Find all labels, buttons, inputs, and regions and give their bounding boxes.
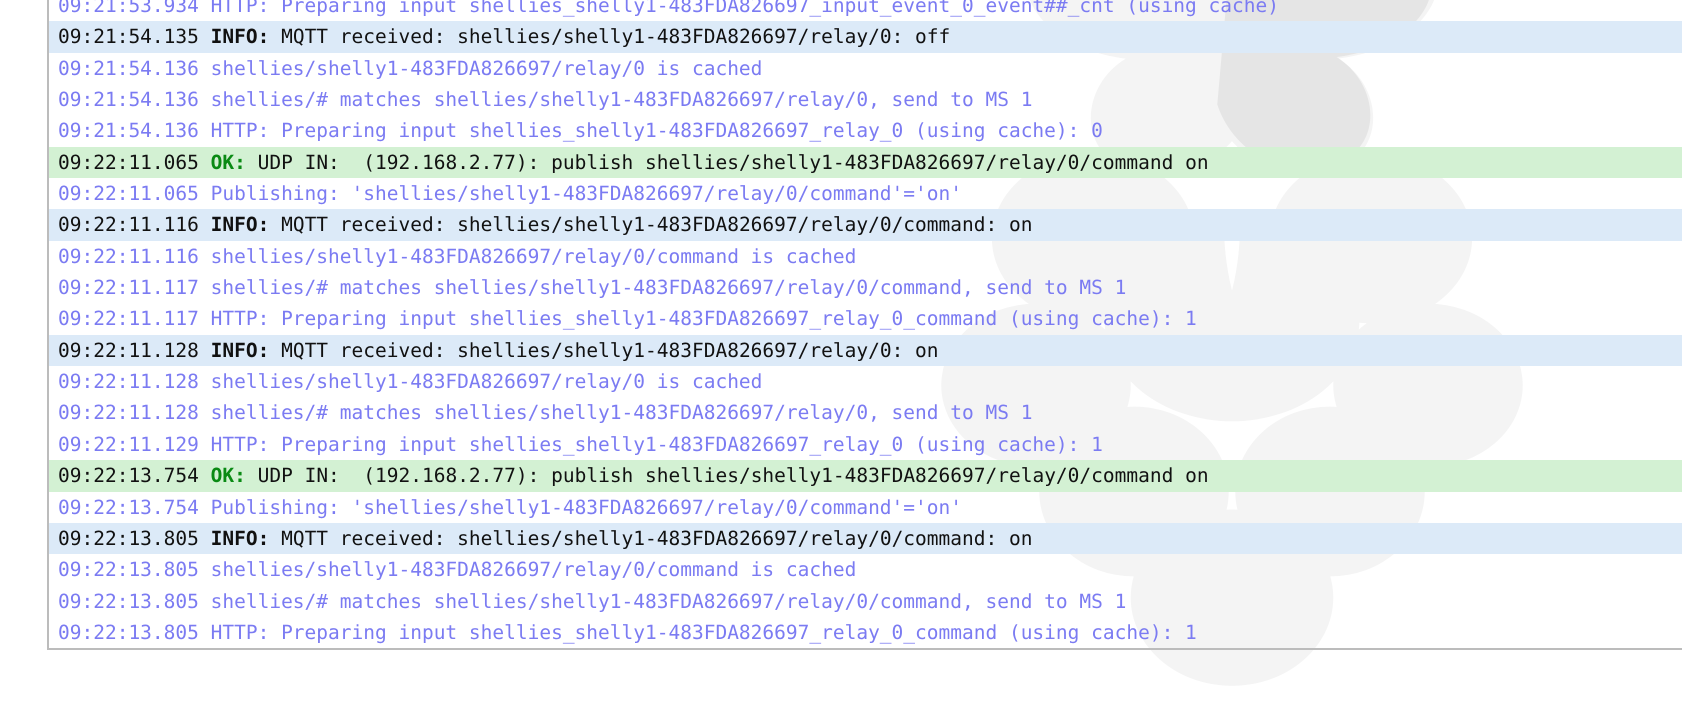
log-line[interactable]: 09:21:53.934 HTTP: Preparing input shell… bbox=[49, 0, 1682, 21]
log-message: MQTT received: shellies/shelly1-483FDA82… bbox=[269, 526, 1033, 550]
log-timestamp: 09:21:53.934 bbox=[58, 0, 199, 17]
log-line[interactable]: 09:22:11.129 HTTP: Preparing input shell… bbox=[49, 429, 1682, 460]
log-level-label: INFO: bbox=[210, 25, 270, 49]
log-message: HTTP: Preparing input shellies_shelly1-4… bbox=[198, 432, 1103, 456]
log-message: Publishing: 'shellies/shelly1-483FDA8266… bbox=[198, 495, 962, 519]
log-message: HTTP: Preparing input shellies_shelly1-4… bbox=[198, 307, 1197, 331]
log-line[interactable]: 09:22:11.128 INFO: MQTT received: shelli… bbox=[49, 334, 1682, 367]
log-line[interactable]: 09:22:11.065 Publishing: 'shellies/shell… bbox=[49, 178, 1682, 209]
log-line[interactable]: 09:21:54.136 shellies/# matches shellies… bbox=[49, 84, 1682, 115]
log-line[interactable]: 09:22:11.116 shellies/shelly1-483FDA8266… bbox=[49, 241, 1682, 272]
log-timestamp: 09:21:54.136 bbox=[58, 119, 199, 143]
log-timestamp: 09:22:11.065 bbox=[58, 182, 199, 206]
log-level-label: OK: bbox=[210, 464, 246, 488]
log-line[interactable]: 09:22:11.116 INFO: MQTT received: shelli… bbox=[49, 209, 1682, 241]
log-level-label: INFO: bbox=[210, 213, 270, 237]
log-timestamp: 09:22:13.754 bbox=[58, 495, 199, 519]
log-line[interactable]: 09:22:13.754 Publishing: 'shellies/shell… bbox=[49, 492, 1682, 523]
log-message: shellies/shelly1-483FDA826697/relay/0 is… bbox=[198, 56, 763, 80]
log-timestamp: 09:22:13.805 bbox=[58, 620, 199, 644]
log-line[interactable]: 09:22:11.128 shellies/# matches shellies… bbox=[49, 397, 1682, 428]
log-timestamp: 09:22:11.128 bbox=[58, 401, 199, 425]
log-message: shellies/# matches shellies/shelly1-483F… bbox=[198, 88, 1033, 112]
log-output-panel[interactable]: 09:21:53.934 HTTP: Preparing input shell… bbox=[47, 0, 1682, 651]
log-message: UDP IN: (192.168.2.77): publish shellies… bbox=[245, 150, 1209, 174]
log-message: MQTT received: shellies/shelly1-483FDA82… bbox=[269, 338, 939, 362]
log-message: HTTP: Preparing input shellies_shelly1-4… bbox=[198, 119, 1103, 143]
log-line[interactable]: 09:22:13.805 INFO: MQTT received: shelli… bbox=[49, 522, 1682, 555]
log-timestamp: 09:22:11.117 bbox=[58, 307, 199, 331]
log-timestamp: 09:22:11.065 bbox=[58, 150, 199, 174]
log-message: shellies/# matches shellies/shelly1-483F… bbox=[198, 401, 1033, 425]
log-line[interactable]: 09:22:13.754 OK: UDP IN: (192.168.2.77):… bbox=[49, 460, 1682, 492]
log-timestamp: 09:22:11.117 bbox=[58, 276, 199, 300]
log-line[interactable]: 09:21:54.136 HTTP: Preparing input shell… bbox=[49, 115, 1682, 146]
log-message: MQTT received: shellies/shelly1-483FDA82… bbox=[269, 25, 951, 49]
log-timestamp: 09:22:11.116 bbox=[58, 213, 199, 237]
log-line[interactable]: 09:22:11.117 shellies/# matches shellies… bbox=[49, 272, 1682, 303]
log-message: shellies/# matches shellies/shelly1-483F… bbox=[198, 276, 1127, 300]
log-line[interactable]: 09:22:13.805 HTTP: Preparing input shell… bbox=[49, 617, 1682, 648]
log-message: shellies/shelly1-483FDA826697/relay/0/co… bbox=[198, 244, 857, 268]
log-level-label: OK: bbox=[210, 150, 246, 174]
log-timestamp: 09:22:13.805 bbox=[58, 589, 199, 613]
log-message: HTTP: Preparing input shellies_shelly1-4… bbox=[198, 0, 1279, 17]
log-timestamp: 09:22:11.129 bbox=[58, 432, 199, 456]
log-timestamp: 09:22:13.805 bbox=[58, 558, 199, 582]
log-message: MQTT received: shellies/shelly1-483FDA82… bbox=[269, 213, 1033, 237]
log-timestamp: 09:22:11.128 bbox=[58, 370, 199, 394]
log-timestamp: 09:22:13.805 bbox=[58, 526, 199, 550]
log-message: UDP IN: (192.168.2.77): publish shellies… bbox=[245, 464, 1209, 488]
log-message: shellies/shelly1-483FDA826697/relay/0 is… bbox=[198, 370, 763, 394]
log-line[interactable]: 09:22:11.065 OK: UDP IN: (192.168.2.77):… bbox=[49, 146, 1682, 179]
log-line[interactable]: 09:22:13.805 shellies/shelly1-483FDA8266… bbox=[49, 554, 1682, 585]
log-timestamp: 09:22:11.116 bbox=[58, 244, 199, 268]
log-message: Publishing: 'shellies/shelly1-483FDA8266… bbox=[198, 182, 962, 206]
log-message: HTTP: Preparing input shellies_shelly1-4… bbox=[198, 620, 1197, 644]
log-level-label: INFO: bbox=[210, 526, 270, 550]
log-line[interactable]: 09:22:11.128 shellies/shelly1-483FDA8266… bbox=[49, 366, 1682, 397]
log-timestamp: 09:22:11.128 bbox=[58, 338, 199, 362]
log-message: shellies/shelly1-483FDA826697/relay/0/co… bbox=[198, 558, 857, 582]
log-line[interactable]: 09:21:54.136 shellies/shelly1-483FDA8266… bbox=[49, 53, 1682, 84]
log-level-label: INFO: bbox=[210, 338, 270, 362]
log-timestamp: 09:22:13.754 bbox=[58, 464, 199, 488]
log-timestamp: 09:21:54.135 bbox=[58, 25, 199, 49]
log-timestamp: 09:21:54.136 bbox=[58, 56, 199, 80]
log-line[interactable]: 09:21:54.135 INFO: MQTT received: shelli… bbox=[49, 21, 1682, 53]
log-line[interactable]: 09:22:13.805 shellies/# matches shellies… bbox=[49, 586, 1682, 617]
log-timestamp: 09:21:54.136 bbox=[58, 88, 199, 112]
log-message: shellies/# matches shellies/shelly1-483F… bbox=[198, 589, 1127, 613]
log-line[interactable]: 09:22:11.117 HTTP: Preparing input shell… bbox=[49, 303, 1682, 334]
log-viewport[interactable]: 09:21:53.934 HTTP: Preparing input shell… bbox=[0, 0, 1682, 720]
